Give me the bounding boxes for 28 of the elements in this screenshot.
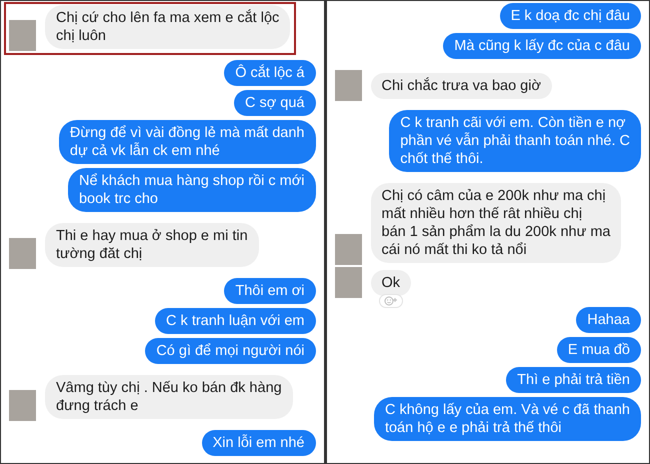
message-bubble: Nể khách mua hàng shop rồi c mới book trc cho	[68, 168, 316, 212]
avatar-placeholder	[9, 238, 36, 269]
avatar-placeholder	[334, 70, 362, 101]
message-bubble: Đừng để vì vài đồng lẻ mà mất danh dự cả vk lẫn ck em nhé	[58, 120, 316, 164]
message-bubble: Mà cũng k lấy đc của c đâu	[443, 33, 641, 59]
message-bubble: C k tranh cãi với em. Còn tiền e nợ phần vé vẫn phải thanh toán nhé. C chốt thế thôi.	[389, 110, 641, 172]
message-bubble: C k tranh luận với em	[155, 308, 316, 334]
message-bubble: E mua đồ	[556, 337, 641, 363]
message-bubble: Chị có câm của e 200k như ma chị mất nhiều hơn thế rât nhiều chị bán 1 sản phẩm la du 200k như ma cái nó mất thi ko tả nổi	[370, 183, 622, 263]
message-bubble: C không lấy của em. Và vé c đã thanh toán hộ e e phải trả thế thôi	[374, 397, 641, 441]
avatar-placeholder	[9, 20, 36, 51]
avatar-placeholder	[334, 234, 362, 265]
message-bubble: Thì e phải trả tiền	[506, 367, 641, 393]
message-bubble: Thi e hay mua ở shop e mi tin tường đăt chị	[45, 223, 259, 267]
avatar-placeholder	[9, 390, 36, 421]
message-bubble: Chi chắc trưa va bao giờ	[370, 73, 552, 99]
message-bubble: Chị cứ cho lên fa ma xem e cắt lộc chị luôn	[45, 5, 290, 49]
message-bubble: Ok	[370, 270, 412, 296]
message-bubble: C sợ quá	[234, 90, 316, 116]
message-bubble: Có gì để mọi người nói	[145, 338, 316, 364]
add-reaction-icon[interactable]	[378, 294, 402, 308]
message-bubble: Xin lỗi em nhé	[202, 430, 316, 456]
avatar-placeholder	[334, 267, 362, 298]
message-bubble: Thôi em ơi	[224, 278, 316, 304]
message-bubble: E k doạ đc chị đâu	[500, 3, 641, 29]
message-bubble: Vâmg tùy chị . Nếu ko bán đk hàng đưng trách e	[45, 375, 293, 419]
message-bubble: Hahaa	[576, 307, 641, 333]
message-bubble: Ô cắt lộc á	[224, 60, 316, 86]
